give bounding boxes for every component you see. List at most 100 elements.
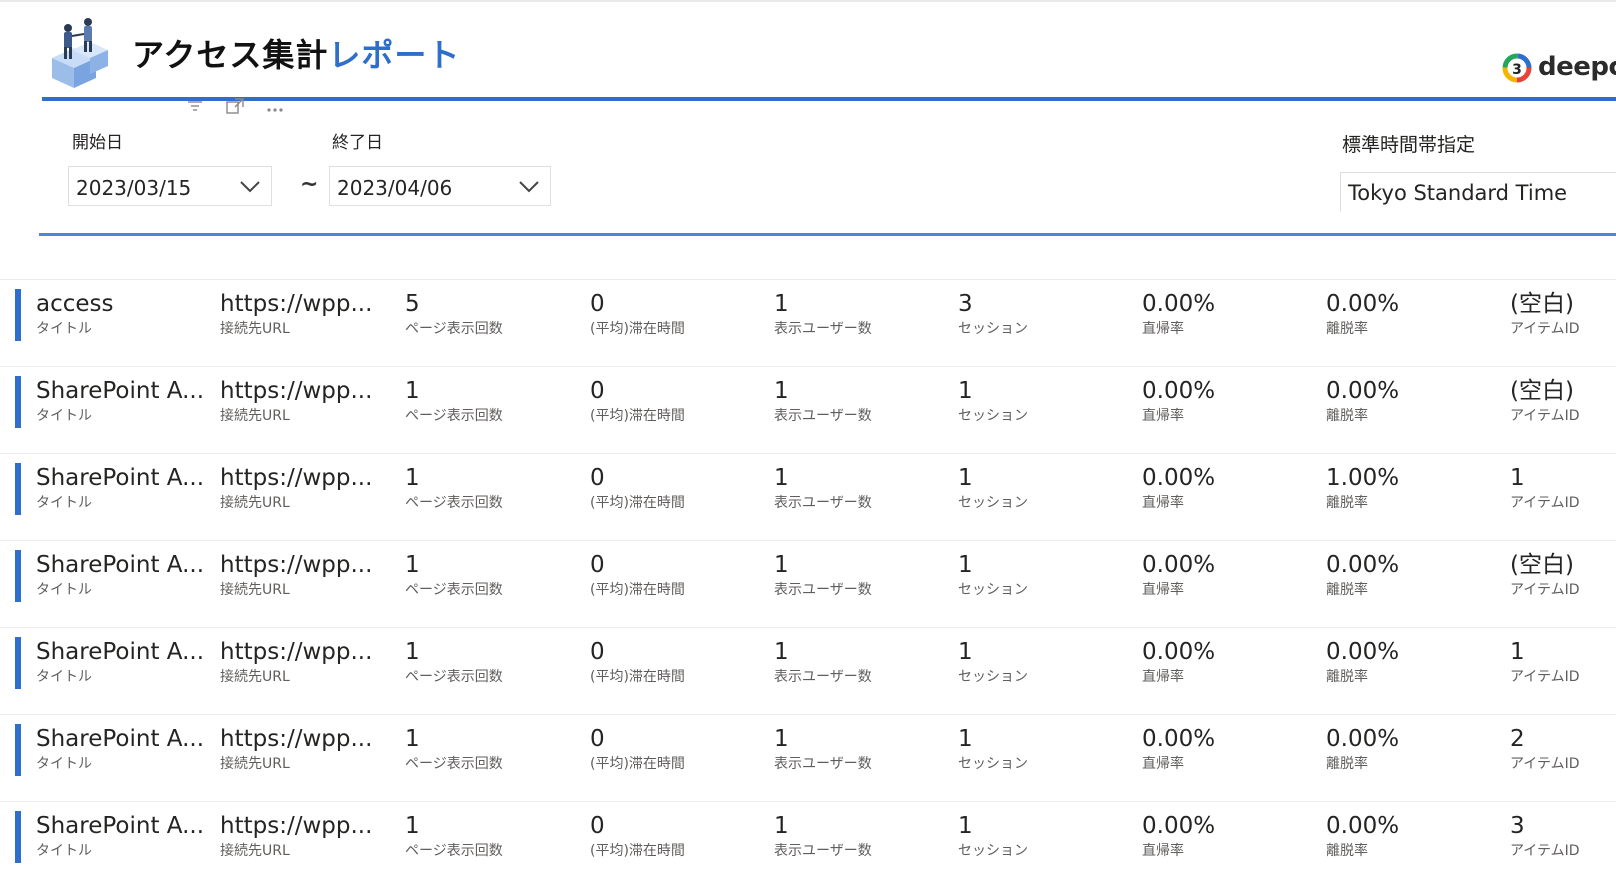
focus-mode-icon[interactable]	[226, 98, 244, 114]
timezone-selector[interactable]: Tokyo Standard Time	[1340, 172, 1616, 212]
itemid-value: (空白)	[1510, 552, 1574, 578]
avgtime-label: (平均)滞在時間	[590, 582, 685, 598]
itemid-value: (空白)	[1510, 291, 1574, 317]
url-value: https://wpp...	[220, 552, 373, 578]
url-value: https://wpp...	[220, 813, 373, 839]
sessions-value: 1	[958, 552, 973, 578]
title-value: access	[36, 291, 114, 317]
card-title: SharePoint A... タイトル	[36, 638, 204, 687]
card-avgtime: 0 (平均)滞在時間	[590, 290, 685, 339]
avgtime-label: (平均)滞在時間	[590, 321, 685, 337]
users-label: 表示ユーザー数	[774, 669, 872, 685]
exit-value: 0.00%	[1326, 726, 1400, 752]
report-card-row[interactable]: SharePoint A... タイトル https://wpp... 接続先URL 1…	[0, 801, 1616, 888]
report-card-row[interactable]: SharePoint A... タイトル https://wpp... 接続先URL 1…	[0, 453, 1616, 540]
card-itemid: (空白) アイテムID	[1510, 290, 1580, 339]
title-label: タイトル	[36, 756, 92, 772]
sessions-label: セッション	[958, 321, 1028, 337]
row-accent-bar	[15, 289, 21, 341]
bounce-value: 0.00%	[1142, 465, 1216, 491]
row-accent-bar	[15, 724, 21, 776]
pageviews-value: 1	[405, 726, 420, 752]
report-card-row[interactable]: SharePoint A... タイトル https://wpp... 接続先URL 1…	[0, 366, 1616, 453]
card-exit: 0.00% 離脱率	[1326, 290, 1399, 339]
avgtime-value: 0	[590, 552, 605, 578]
url-value: https://wpp...	[220, 291, 373, 317]
card-sessions: 1 セッション	[958, 812, 1028, 861]
end-date-dropdown[interactable]: 2023/04/06	[329, 166, 551, 206]
card-itemid: 2 アイテムID	[1510, 725, 1580, 774]
bounce-label: 直帰率	[1142, 756, 1184, 772]
row-accent-bar	[15, 463, 21, 515]
visual-header-toolbar	[186, 98, 284, 114]
itemid-label: アイテムID	[1510, 843, 1580, 859]
sessions-value: 1	[958, 465, 973, 491]
sessions-value: 1	[958, 813, 973, 839]
card-users: 1 表示ユーザー数	[774, 725, 872, 774]
business-handshake-logo-icon	[52, 18, 108, 88]
card-pageviews: 1 ページ表示回数	[405, 638, 503, 687]
title-label: タイトル	[36, 669, 92, 685]
pageviews-label: ページ表示回数	[405, 669, 503, 685]
avgtime-label: (平均)滞在時間	[590, 669, 685, 685]
pageviews-label: ページ表示回数	[405, 495, 503, 511]
pageviews-value: 1	[405, 639, 420, 665]
title-value: SharePoint A...	[36, 465, 205, 491]
title-value: SharePoint A...	[36, 639, 205, 665]
title-label: タイトル	[36, 408, 92, 424]
users-value: 1	[774, 813, 789, 839]
card-itemid: 1 アイテムID	[1510, 464, 1580, 513]
pageviews-value: 1	[405, 465, 420, 491]
card-users: 1 表示ユーザー数	[774, 812, 872, 861]
card-title: SharePoint A... タイトル	[36, 464, 204, 513]
card-bounce: 0.00% 直帰率	[1142, 464, 1215, 513]
more-options-icon[interactable]	[266, 98, 284, 112]
card-itemid: 1 アイテムID	[1510, 638, 1580, 687]
card-bounce: 0.00% 直帰率	[1142, 812, 1215, 861]
url-label: 接続先URL	[220, 495, 290, 511]
avgtime-label: (平均)滞在時間	[590, 495, 685, 511]
itemid-value: 3	[1510, 813, 1525, 839]
exit-label: 離脱率	[1326, 321, 1368, 337]
url-value: https://wpp...	[220, 726, 373, 752]
card-itemid: (空白) アイテムID	[1510, 377, 1580, 426]
card-sessions: 1 セッション	[958, 725, 1028, 774]
card-title: SharePoint A... タイトル	[36, 812, 204, 861]
report-card-row[interactable]: SharePoint A... タイトル https://wpp... 接続先URL 1…	[0, 714, 1616, 801]
title-value: SharePoint A...	[36, 552, 205, 578]
card-avgtime: 0 (平均)滞在時間	[590, 551, 685, 600]
card-bounce: 0.00% 直帰率	[1142, 638, 1215, 687]
card-title: SharePoint A... タイトル	[36, 725, 204, 774]
url-label: 接続先URL	[220, 669, 290, 685]
title-label: タイトル	[36, 582, 92, 598]
title-label: タイトル	[36, 843, 92, 859]
row-accent-bar	[15, 550, 21, 602]
card-avgtime: 0 (平均)滞在時間	[590, 812, 685, 861]
itemid-label: アイテムID	[1510, 408, 1580, 424]
card-sessions: 1 セッション	[958, 464, 1028, 513]
avgtime-value: 0	[590, 726, 605, 752]
top-border	[0, 0, 1616, 2]
card-bounce: 0.00% 直帰率	[1142, 290, 1215, 339]
end-date-value: 2023/04/06	[337, 176, 453, 200]
url-value: https://wpp...	[220, 465, 373, 491]
card-pageviews: 5 ページ表示回数	[405, 290, 503, 339]
report-card-row[interactable]: SharePoint A... タイトル https://wpp... 接続先URL 1…	[0, 627, 1616, 714]
card-pageviews: 1 ページ表示回数	[405, 725, 503, 774]
card-url: https://wpp... 接続先URL	[220, 290, 372, 339]
exit-value: 1.00%	[1326, 465, 1400, 491]
title-value: SharePoint A...	[36, 378, 205, 404]
bounce-value: 0.00%	[1142, 552, 1216, 578]
pageviews-label: ページ表示回数	[405, 582, 503, 598]
end-date-label: 終了日	[332, 133, 383, 153]
start-date-dropdown[interactable]: 2023/03/15	[68, 166, 272, 206]
report-card-row[interactable]: access タイトル https://wpp... 接続先URL 5 ページ表示回数 0 (…	[0, 279, 1616, 366]
users-value: 1	[774, 726, 789, 752]
filter-lines-icon[interactable]	[186, 98, 204, 112]
card-exit: 0.00% 離脱率	[1326, 377, 1399, 426]
card-pageviews: 1 ページ表示回数	[405, 464, 503, 513]
start-date-value: 2023/03/15	[76, 176, 192, 200]
report-card-row[interactable]: SharePoint A... タイトル https://wpp... 接続先URL 1…	[0, 540, 1616, 627]
card-users: 1 表示ユーザー数	[774, 551, 872, 600]
card-exit: 1.00% 離脱率	[1326, 464, 1399, 513]
